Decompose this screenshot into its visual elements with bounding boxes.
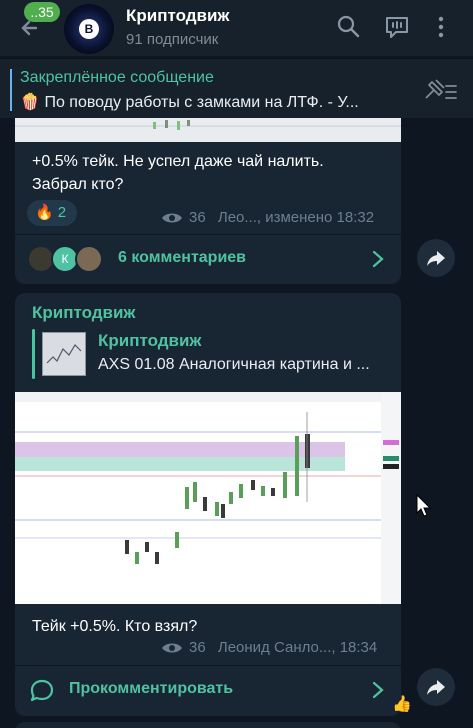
message-meta: 36 Лео..., изменено 18:32 — [161, 209, 374, 226]
message-bubble — [15, 722, 401, 728]
author-edit-time: Лео..., изменено 18:32 — [217, 209, 375, 226]
message-bubble: +0.5% тейк. Не успел даже чай налить. За… — [15, 118, 401, 284]
view-count: 36 — [189, 209, 206, 226]
eye-icon — [162, 643, 182, 653]
reaction-count: 2 — [57, 204, 67, 221]
popcorn-emoji: 🍿 — [20, 94, 40, 111]
sender-name[interactable]: Криптодвиж — [32, 303, 136, 323]
quote-bar — [32, 329, 35, 379]
share-button[interactable] — [417, 239, 455, 277]
pin-off-icon — [425, 79, 457, 99]
search-button[interactable] — [336, 14, 362, 40]
author-time: Леонид Санло..., 18:34 — [217, 639, 378, 656]
share-arrow-icon — [427, 680, 445, 695]
thumbs-up-reaction[interactable]: 👍 — [392, 694, 412, 714]
view-count: 36 — [189, 639, 206, 656]
mouse-cursor-icon — [416, 494, 432, 517]
share-button[interactable] — [417, 668, 455, 706]
unpin-button[interactable] — [422, 78, 458, 107]
quote-thumbnail — [42, 332, 86, 376]
channel-title[interactable]: Криптодвиж — [126, 6, 230, 26]
more-menu-button[interactable] — [428, 14, 454, 40]
chart-image[interactable] — [15, 392, 401, 604]
pinned-preview: По поводу работы с замками на ЛТФ. - У..… — [44, 94, 359, 111]
quote-text: AXS 01.08 Аналогичная картина и ... — [98, 356, 370, 373]
chat-header: ..35 B Криптодвиж 91 подписчик — [0, 0, 473, 56]
message-meta: 36 Леонид Санло..., 18:34 — [161, 639, 377, 656]
search-icon — [337, 15, 360, 38]
discussion-button[interactable] — [384, 14, 410, 40]
pinned-title: Закреплённое сообщение — [20, 69, 214, 86]
bitcoin-logo: B — [79, 19, 99, 39]
message-bubble: Криптодвиж Криптодвиж AXS 01.08 Аналогич… — [15, 293, 401, 716]
comment-bubble-icon — [30, 679, 54, 702]
channel-avatar[interactable]: B — [64, 4, 114, 54]
commenter-avatar — [75, 245, 103, 273]
unread-badge: ..35 — [24, 2, 60, 22]
comment-action-row[interactable]: Прокомментировать — [15, 666, 401, 714]
pinned-indicator — [10, 69, 12, 111]
share-arrow-icon — [427, 251, 445, 266]
quote-title: Криптодвиж — [98, 331, 202, 350]
eye-icon — [162, 213, 182, 223]
pinned-message-bar[interactable]: Закреплённое сообщение 🍿 По поводу работ… — [0, 58, 473, 118]
chart-image-bottom[interactable] — [15, 118, 401, 142]
message-text: Тейк +0.5%. Кто взял? — [32, 618, 198, 635]
comment-action-label: Прокомментировать — [69, 680, 234, 697]
chevron-right-icon — [372, 681, 384, 699]
pinned-text: 🍿 По поводу работы с замками на ЛТФ. - У… — [20, 92, 395, 112]
chat-bars-icon — [386, 17, 408, 38]
chevron-right-icon — [372, 250, 384, 268]
message-text-line: +0.5% тейк. Не успел даже чай налить. — [32, 153, 324, 170]
comments-row[interactable]: К 6 комментариев — [15, 235, 401, 283]
message-text-line: Забрал кто? — [32, 176, 124, 193]
subscriber-count: 91 подписчик — [126, 31, 219, 48]
fire-emoji: 🔥 — [35, 204, 54, 221]
fire-reaction[interactable]: 🔥 2 — [27, 200, 77, 226]
reply-quote[interactable]: Криптодвиж AXS 01.08 Аналогичная картина… — [32, 329, 387, 379]
more-vertical-icon — [438, 16, 444, 38]
comments-count-label: 6 комментариев — [118, 249, 247, 266]
